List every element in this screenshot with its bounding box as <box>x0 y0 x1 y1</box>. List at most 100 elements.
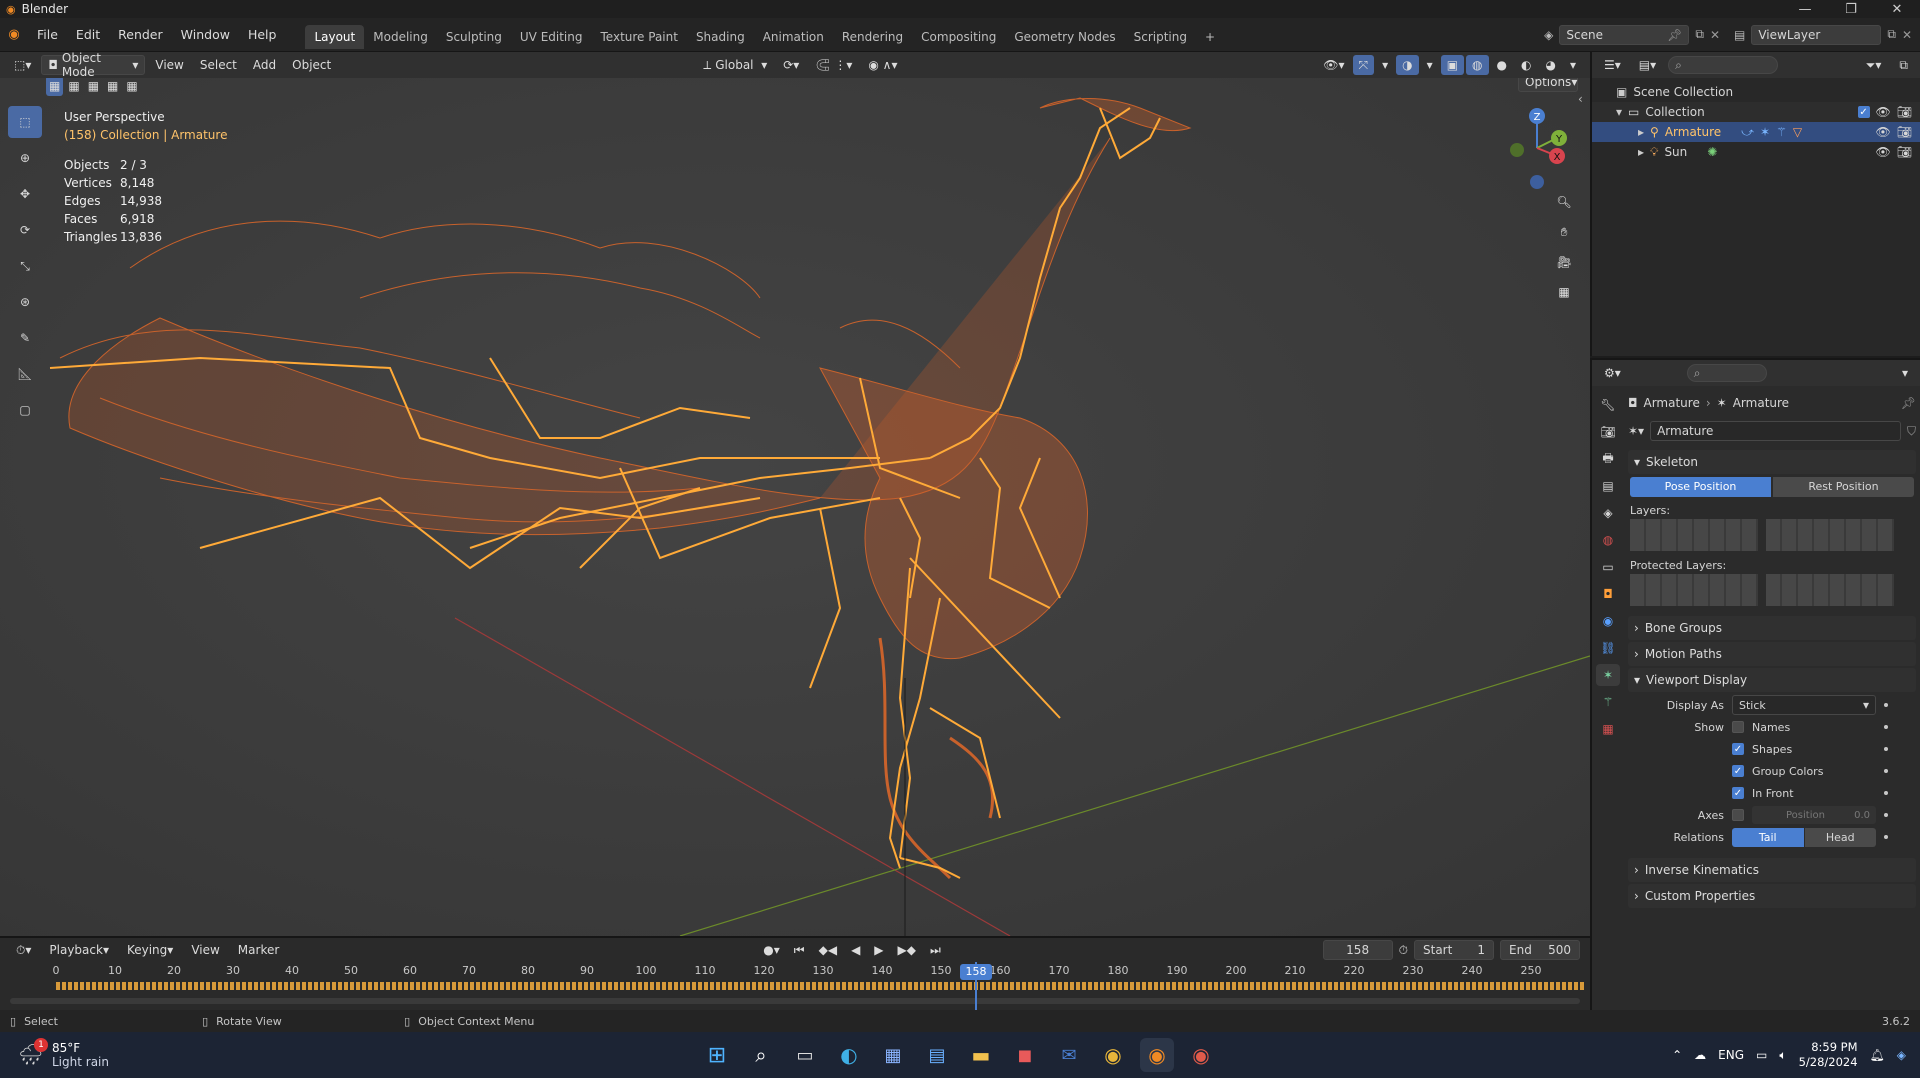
collection-tab-icon[interactable]: ▭ <box>1602 556 1613 578</box>
keyframe-dot-icon[interactable] <box>1884 747 1888 751</box>
options-dropdown[interactable]: Options ▾ <box>1518 78 1578 92</box>
edge-icon[interactable]: ◐ <box>832 1038 866 1072</box>
new-scene-icon[interactable]: ⧉ <box>1695 27 1704 42</box>
constraints-tab-icon[interactable]: ⛓︎ <box>1600 637 1615 659</box>
rest-position-button[interactable]: Rest Position <box>1773 477 1914 497</box>
viewport-menu-view[interactable]: View <box>149 55 189 75</box>
clock[interactable]: 8:59 PM 5/28/2024 <box>1799 1040 1858 1070</box>
move-icon[interactable]: ✥ <box>8 178 42 210</box>
object-tab-icon[interactable]: ◘ <box>1603 583 1613 605</box>
bone-icon[interactable]: ⚚ <box>1776 125 1787 139</box>
next-keyframe-icon[interactable]: ▶◆ <box>892 940 922 960</box>
group-colors-checkbox[interactable]: ✓ <box>1732 765 1744 777</box>
menu-file[interactable]: File <box>28 24 67 46</box>
notification-bell-icon[interactable]: 🔔︎ <box>1870 1048 1885 1062</box>
inverse-kinematics-panel-header[interactable]: › Inverse Kinematics <box>1628 858 1916 882</box>
viewport-menu-select[interactable]: Select <box>194 55 243 75</box>
timeline-editor-icon[interactable]: ⏱▾ <box>10 940 37 960</box>
eye-icon[interactable]: 👁︎ <box>1876 125 1891 139</box>
rotate-icon[interactable]: ⟳ <box>8 214 42 246</box>
eye-icon[interactable]: 👁︎ <box>1876 145 1891 159</box>
task-view-icon[interactable]: ▭ <box>788 1038 822 1072</box>
outliner-editor-icon[interactable]: ☰▾ <box>1598 55 1627 75</box>
properties-editor-icon[interactable]: ⚙▾ <box>1598 363 1627 383</box>
gizmo-menu-icon[interactable]: ▾ <box>1376 55 1394 75</box>
widgets-icon[interactable]: ▦ <box>876 1038 910 1072</box>
pivot-icon[interactable]: ⟳▾ <box>777 55 805 75</box>
editor-type-icon[interactable]: ⬚▾ <box>8 55 37 75</box>
jump-end-icon[interactable]: ⏭ <box>924 940 947 960</box>
armature-data-tab-icon[interactable]: ✶ <box>1596 664 1620 686</box>
zoom-icon[interactable]: 🔍︎ <box>1550 188 1578 216</box>
overlay-menu-icon[interactable]: ▾ <box>1421 55 1439 75</box>
current-frame-field[interactable]: 158 <box>1322 940 1393 960</box>
world-tab-icon[interactable]: ◍ <box>1603 529 1613 551</box>
shapes-checkbox[interactable]: ✓ <box>1732 743 1744 755</box>
outliner-row-collection[interactable]: ▾ ▭ Collection ✓ 👁︎ 📷︎ <box>1592 102 1920 122</box>
camera-render-icon[interactable]: 📷︎ <box>1897 125 1912 139</box>
ortho-grid-icon[interactable]: ▦ <box>1550 278 1578 306</box>
protected-layers-grid[interactable] <box>1628 574 1916 606</box>
play-reverse-icon[interactable]: ◀ <box>845 940 866 960</box>
expand-arrow-icon[interactable]: ▸ <box>1638 145 1644 159</box>
eye-icon[interactable]: 👁︎ <box>1876 105 1891 119</box>
outliner-row-sun[interactable]: ▸ 💡︎ Sun ✺ 👁︎ 📷︎ <box>1592 142 1920 162</box>
timeline-ruler[interactable]: 0 10 20 30 40 50 60 70 80 90 100 110 120 130 140 150 160… <box>0 962 1590 980</box>
file-explorer-icon[interactable]: ▬ <box>964 1038 998 1072</box>
timeline-menu-view[interactable]: View <box>185 940 225 960</box>
add-cube-icon[interactable]: ▢ <box>8 394 42 426</box>
tab-layout[interactable]: Layout <box>305 25 365 49</box>
viewlayer-icon[interactable]: ▤ <box>1734 28 1745 42</box>
pin-icon[interactable]: 📌︎ <box>1901 396 1916 410</box>
select-subtract-icon[interactable]: ▦ <box>85 78 102 96</box>
layers-grid[interactable] <box>1628 519 1916 551</box>
camera-render-icon[interactable]: 📷︎ <box>1897 145 1912 159</box>
tab-uv-editing[interactable]: UV Editing <box>511 25 592 49</box>
skeleton-panel-header[interactable]: ▾ Skeleton <box>1628 450 1916 474</box>
delete-scene-icon[interactable]: ✕ <box>1710 28 1720 42</box>
minimize-icon[interactable]: — <box>1782 0 1828 18</box>
gizmo-toggle-icon[interactable]: ⤧ <box>1352 55 1375 75</box>
physics-tab-icon[interactable]: ◉ <box>1603 610 1613 632</box>
playhead-label[interactable]: 158 <box>960 964 992 980</box>
scene-canvas[interactable] <box>0 78 1590 936</box>
transform-icon[interactable]: ⊛ <box>8 286 42 318</box>
shading-solid-icon[interactable]: ● <box>1491 55 1513 75</box>
copilot-icon[interactable]: ◈ <box>1897 1048 1906 1062</box>
expand-arrow-icon[interactable]: ▾ <box>1616 105 1622 119</box>
delete-viewlayer-icon[interactable]: ✕ <box>1902 28 1912 42</box>
blender-menu-icon[interactable]: ◉ <box>0 27 28 42</box>
select-invert-icon[interactable]: ▦ <box>104 78 121 96</box>
pose-icon[interactable]: ⤻ <box>1741 125 1754 140</box>
menu-render[interactable]: Render <box>109 24 172 46</box>
tab-modeling[interactable]: Modeling <box>364 25 437 49</box>
add-workspace-icon[interactable]: + <box>1196 25 1224 49</box>
store-icon[interactable]: ▤ <box>920 1038 954 1072</box>
cursor-icon[interactable]: ⊕ <box>8 142 42 174</box>
in-front-checkbox[interactable]: ✓ <box>1732 787 1744 799</box>
play-icon[interactable]: ▶ <box>868 940 889 960</box>
axes-position-field[interactable]: Position 0.0 <box>1752 806 1876 824</box>
scale-icon[interactable]: ⤡ <box>8 250 42 282</box>
custom-properties-panel-header[interactable]: › Custom Properties <box>1628 884 1916 908</box>
jump-start-icon[interactable]: ⏮ <box>788 940 811 960</box>
prev-keyframe-icon[interactable]: ◆◀ <box>813 940 843 960</box>
outliner-row-armature[interactable]: ▸ ⚲ Armature ⤻ ✶ ⚚ ▽ 👁︎ 📷︎ <box>1592 122 1920 142</box>
keyframe-dot-icon[interactable] <box>1884 703 1888 707</box>
app-icon[interactable]: ◼ <box>1008 1038 1042 1072</box>
scene-icon[interactable]: ◈ <box>1544 28 1553 42</box>
visibility-icon[interactable]: 👁︎▾ <box>1317 55 1350 75</box>
end-frame-field[interactable]: End 500 <box>1500 940 1580 960</box>
select-new-icon[interactable]: ▦ <box>46 78 64 96</box>
start-frame-field[interactable]: Start 1 <box>1414 940 1494 960</box>
keyframe-dot-icon[interactable] <box>1884 769 1888 773</box>
timeline-menu-keying[interactable]: Keying ▾ <box>121 940 179 960</box>
pin-icon[interactable]: 📌︎ <box>1667 28 1682 42</box>
select-intersect-icon[interactable]: ▦ <box>123 78 140 96</box>
timeline-menu-playback[interactable]: Playback ▾ <box>43 940 115 960</box>
names-checkbox[interactable] <box>1732 721 1744 733</box>
collection-exclude-checkbox[interactable]: ✓ <box>1857 106 1870 118</box>
relations-tail-button[interactable]: Tail <box>1732 827 1804 847</box>
bone-tab-icon[interactable]: ⚚ <box>1603 691 1614 713</box>
menu-help[interactable]: Help <box>239 24 286 46</box>
